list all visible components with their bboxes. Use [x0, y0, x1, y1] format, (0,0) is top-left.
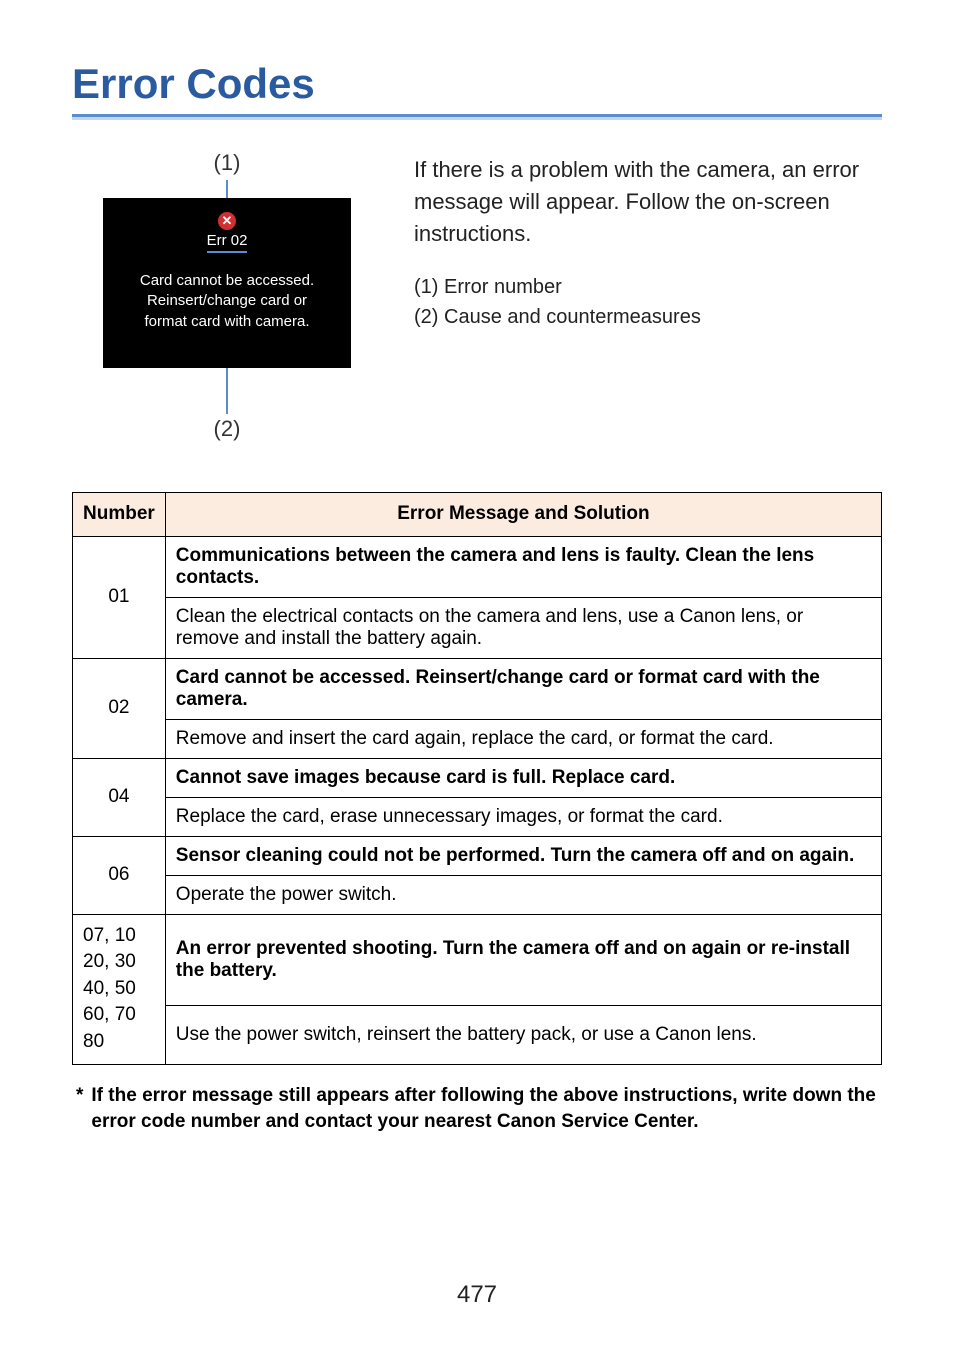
th-number: Number: [73, 493, 166, 537]
callout-label-2: (2): [72, 416, 382, 442]
msg-bold: Card cannot be accessed. Reinsert/change…: [165, 658, 881, 719]
upper-section: (1) ✕ Err 02 Card cannot be accessed. Re…: [72, 150, 882, 442]
th-message: Error Message and Solution: [165, 493, 881, 537]
num-cell: 07, 1020, 3040, 5060, 7080: [73, 914, 166, 1064]
num-cell: 01: [73, 536, 166, 658]
error-x-icon: ✕: [218, 212, 236, 230]
footnote: * If the error message still appears aft…: [72, 1083, 882, 1136]
title-underline: [72, 114, 882, 120]
legend-item-2: (2) Cause and countermeasures: [414, 302, 882, 332]
msg-plain: Use the power switch, reinsert the batte…: [165, 1006, 881, 1065]
legend-item-1: (1) Error number: [414, 272, 882, 302]
msg-plain: Operate the power switch.: [165, 875, 881, 914]
msg-plain: Clean the electrical contacts on the cam…: [165, 597, 881, 658]
camera-error-screen: ✕ Err 02 Card cannot be accessed. Reinse…: [103, 198, 351, 368]
msg-bold: Communications between the camera and le…: [165, 536, 881, 597]
error-table: Number Error Message and Solution 01 Com…: [72, 492, 882, 1065]
intro-paragraph: If there is a problem with the camera, a…: [414, 154, 882, 250]
num-cell: 04: [73, 758, 166, 836]
msg-bold: Sensor cleaning could not be performed. …: [165, 836, 881, 875]
callout-line-bottom: [226, 368, 228, 414]
error-message-text: Card cannot be accessed. Reinsert/change…: [103, 271, 351, 332]
footnote-text: If the error message still appears after…: [91, 1083, 882, 1136]
err-msg-line: Card cannot be accessed.: [113, 271, 341, 291]
err-msg-line: Reinsert/change card or: [113, 291, 341, 311]
callout-label-1: (1): [72, 150, 382, 176]
intro-column: If there is a problem with the camera, a…: [414, 150, 882, 442]
diagram-column: (1) ✕ Err 02 Card cannot be accessed. Re…: [72, 150, 382, 442]
num-cell: 06: [73, 836, 166, 914]
page-title: Error Codes: [72, 60, 882, 108]
callout-line-top: [226, 180, 228, 198]
page-number: 477: [0, 1281, 954, 1309]
msg-bold: An error prevented shooting. Turn the ca…: [165, 914, 881, 1005]
msg-plain: Replace the card, erase unnecessary imag…: [165, 797, 881, 836]
error-code-label: Err 02: [207, 232, 248, 253]
footnote-star: *: [76, 1083, 83, 1136]
msg-plain: Remove and insert the card again, replac…: [165, 719, 881, 758]
num-cell: 02: [73, 658, 166, 758]
msg-bold: Cannot save images because card is full.…: [165, 758, 881, 797]
err-msg-line: format card with camera.: [113, 312, 341, 332]
